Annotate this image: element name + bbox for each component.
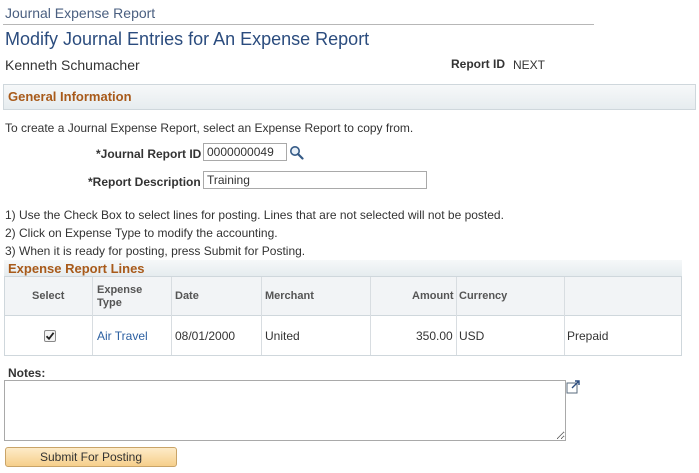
column-divider [564,277,565,355]
column-header-expense-type-line1: Expense [97,284,143,296]
column-header-expense-type-line2: Type [97,297,122,309]
general-info-title: General Information [8,89,132,104]
submit-for-posting-button[interactable]: Submit For Posting [5,447,177,467]
notes-textarea[interactable] [4,380,566,441]
row-expense-type-link[interactable]: Air Travel [97,329,148,343]
page-title: Modify Journal Entries for An Expense Re… [5,29,370,49]
employee-name: Kenneth Schumacher [5,57,140,73]
column-header-merchant: Merchant [265,290,314,302]
intro-text: To create a Journal Expense Report, sele… [5,121,414,135]
magnifier-icon[interactable] [289,145,304,160]
notes-label: Notes: [8,366,46,380]
report-id-value: NEXT [513,58,546,72]
row-merchant: United [265,329,300,343]
report-id-label: Report ID [451,57,505,71]
column-header-date: Date [175,290,199,302]
column-header-select: Select [32,290,65,302]
column-divider [261,277,262,355]
checkmark-icon [45,332,55,341]
instruction-3: 3) When it is ready for posting, press S… [5,244,306,258]
expand-icon[interactable] [566,380,581,394]
column-divider [92,277,93,355]
row-payment-status: Prepaid [567,329,609,343]
column-header-amount: Amount [412,290,454,302]
column-divider [171,277,172,355]
app-title: Journal Expense Report [5,5,156,21]
expense-lines-title: Expense Report Lines [8,261,145,276]
instruction-2: 2) Click on Expense Type to modify the a… [5,226,278,240]
row-currency: USD [459,329,485,343]
row-amount: 350.00 [416,329,453,343]
column-divider [456,277,457,355]
journal-report-id-input[interactable] [203,143,287,161]
column-divider [370,277,371,355]
column-header-currency: Currency [459,290,508,302]
journal-report-id-label: *Journal Report ID [96,147,202,161]
title-divider [3,24,594,25]
report-description-input[interactable] [203,171,427,189]
row-select-checkbox[interactable] [44,330,56,342]
instruction-1: 1) Use the Check Box to select lines for… [5,208,504,222]
report-description-label: *Report Description [88,175,201,189]
row-date: 08/01/2000 [175,329,236,343]
